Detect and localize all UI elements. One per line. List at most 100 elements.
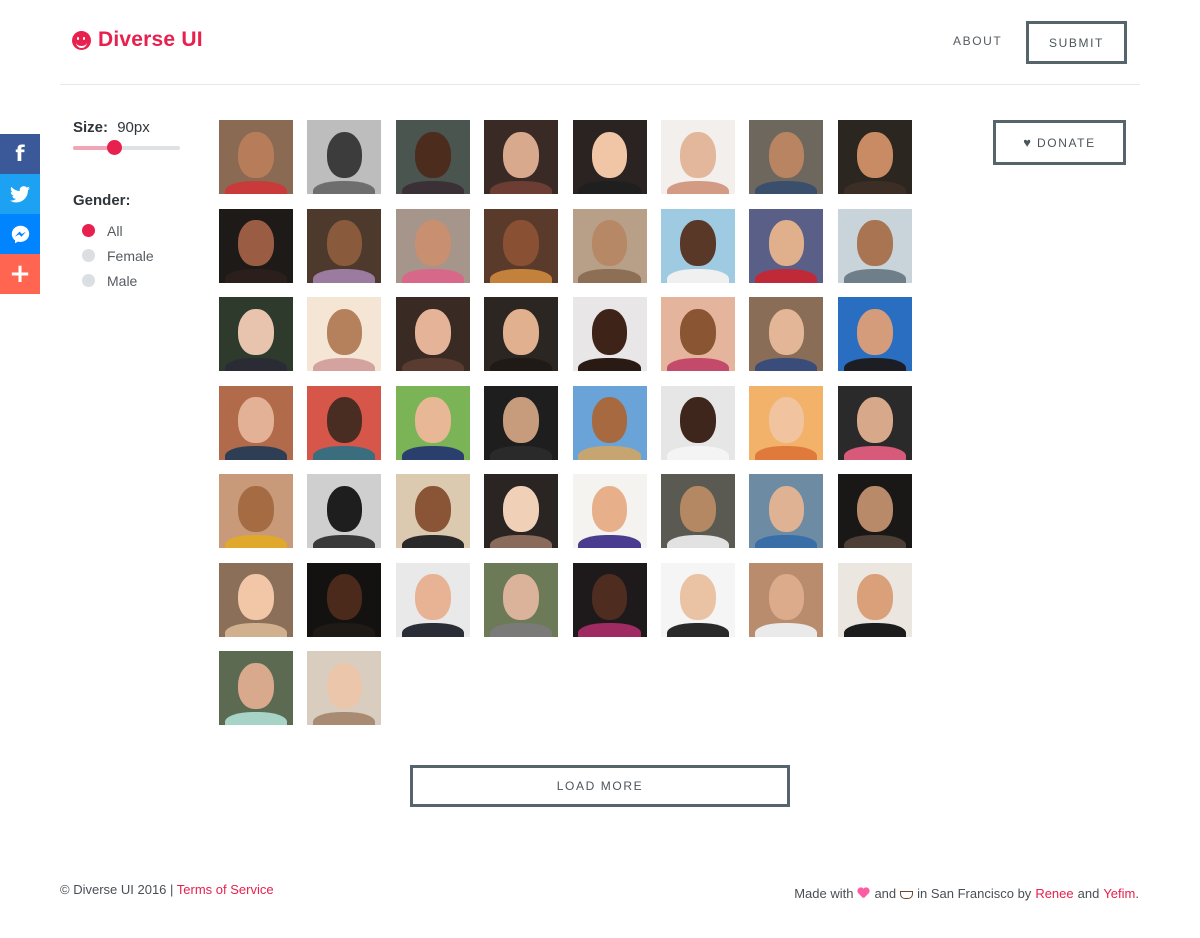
avatar-shoulders xyxy=(843,269,906,283)
gender-option-male[interactable]: Male xyxy=(82,268,154,293)
avatar-photo[interactable] xyxy=(837,297,912,371)
radio-button[interactable] xyxy=(82,249,95,262)
avatar-photo[interactable] xyxy=(307,562,382,637)
avatar-photo[interactable] xyxy=(660,120,735,194)
avatar-photo[interactable] xyxy=(572,297,647,371)
avatar-photo[interactable] xyxy=(572,120,647,194)
gender-label: Gender: xyxy=(73,192,131,209)
avatar-photo[interactable] xyxy=(749,120,824,194)
avatar-shoulders xyxy=(490,180,553,194)
avatar-photo[interactable] xyxy=(395,297,470,371)
avatar-face xyxy=(415,397,451,444)
avatar-shoulders xyxy=(401,446,464,460)
avatar-photo[interactable] xyxy=(572,385,647,460)
avatar-shoulders xyxy=(224,269,288,283)
size-value: 90px xyxy=(117,119,150,136)
avatar-photo[interactable] xyxy=(837,120,912,194)
avatar-face xyxy=(856,485,893,532)
radio-button[interactable] xyxy=(82,274,95,287)
avatar-photo[interactable] xyxy=(219,120,293,194)
avatar-photo[interactable] xyxy=(484,120,559,194)
gender-option-all[interactable]: All xyxy=(82,218,154,243)
author-renee-link[interactable]: Renee xyxy=(1035,886,1073,901)
author-yefim-link[interactable]: Yefim xyxy=(1103,886,1135,901)
avatar-shoulders xyxy=(313,446,376,460)
avatar-photo[interactable] xyxy=(749,297,824,371)
avatar-photo[interactable] xyxy=(660,297,735,371)
avatar-photo[interactable] xyxy=(484,208,559,283)
avatar-photo[interactable] xyxy=(484,474,559,548)
avatar-photo[interactable] xyxy=(307,651,382,725)
avatar-photo[interactable] xyxy=(837,208,912,283)
avatar-photo[interactable] xyxy=(395,208,470,283)
avatar-photo[interactable] xyxy=(660,208,735,283)
avatar-shoulders xyxy=(490,623,553,637)
size-label: Size: xyxy=(73,119,109,136)
avatar-photo[interactable] xyxy=(660,474,735,548)
nav-about-link[interactable]: ABOUT xyxy=(953,34,1002,48)
avatar-photo[interactable] xyxy=(307,385,382,460)
plus-icon: + xyxy=(9,259,31,289)
avatar-face xyxy=(503,308,539,355)
avatar-photo[interactable] xyxy=(219,297,293,371)
gender-option-female[interactable]: Female xyxy=(82,243,154,268)
avatar-photo[interactable] xyxy=(484,297,559,371)
avatar-photo[interactable] xyxy=(395,562,470,637)
avatar-photo[interactable] xyxy=(219,474,293,548)
twitter-share-button[interactable] xyxy=(0,174,40,214)
avatar-photo[interactable] xyxy=(837,385,912,460)
avatar-photo[interactable] xyxy=(837,474,912,548)
avatar-photo[interactable] xyxy=(749,474,824,548)
avatar-photo[interactable] xyxy=(749,208,824,283)
avatar-face xyxy=(238,308,274,355)
avatar-shoulders xyxy=(755,269,818,283)
avatar-photo[interactable] xyxy=(219,651,293,725)
avatar-photo[interactable] xyxy=(395,474,470,548)
avatar-photo[interactable] xyxy=(660,385,735,460)
avatar-photo[interactable] xyxy=(307,297,382,371)
avatar-photo[interactable] xyxy=(484,562,559,637)
avatar-photo[interactable] xyxy=(307,474,382,548)
avatar-face xyxy=(768,574,805,621)
radio-button[interactable] xyxy=(82,224,95,237)
avatar-shoulders xyxy=(313,623,376,637)
donate-button[interactable]: ♥ DONATE xyxy=(993,120,1126,165)
load-more-button[interactable]: LOAD MORE xyxy=(410,765,790,807)
avatar-shoulders xyxy=(224,534,288,548)
avatar-face xyxy=(415,485,451,532)
submit-button[interactable]: SUBMIT xyxy=(1026,21,1127,64)
avatar-shoulders xyxy=(313,357,376,371)
avatar-photo[interactable] xyxy=(395,120,470,194)
size-slider[interactable] xyxy=(73,140,180,155)
smiley-logo-icon xyxy=(72,30,91,50)
size-filter: Size: 90px xyxy=(73,119,150,136)
avatar-photo[interactable] xyxy=(572,208,647,283)
logo[interactable]: Diverse UI xyxy=(72,28,203,52)
avatar-photo[interactable] xyxy=(219,208,293,283)
avatar-photo[interactable] xyxy=(572,562,647,637)
avatar-photo[interactable] xyxy=(307,208,382,283)
terms-of-service-link[interactable]: Terms of Service xyxy=(177,882,274,897)
avatar-face xyxy=(238,397,274,444)
avatar-photo[interactable] xyxy=(837,562,912,637)
avatar-photo[interactable] xyxy=(395,385,470,460)
slider-thumb[interactable] xyxy=(106,140,122,155)
avatar-photo[interactable] xyxy=(219,385,293,460)
avatar-face xyxy=(680,574,716,621)
avatar-photo[interactable] xyxy=(219,562,293,637)
avatar-face xyxy=(326,131,363,178)
avatar-shoulders xyxy=(755,623,818,637)
avatar-photo[interactable] xyxy=(572,474,647,548)
facebook-share-button[interactable]: f xyxy=(0,134,40,174)
avatar-photo[interactable] xyxy=(307,120,382,194)
messenger-share-button[interactable] xyxy=(0,214,40,254)
avatar-photo[interactable] xyxy=(484,385,559,460)
avatar-face xyxy=(415,220,451,267)
avatar-photo[interactable] xyxy=(660,562,735,637)
avatar-shoulders xyxy=(755,446,818,460)
avatar-shoulders xyxy=(666,269,730,283)
avatar-face xyxy=(856,131,893,178)
avatar-photo[interactable] xyxy=(749,562,824,637)
avatar-photo[interactable] xyxy=(749,385,824,460)
more-share-button[interactable]: + xyxy=(0,254,40,294)
